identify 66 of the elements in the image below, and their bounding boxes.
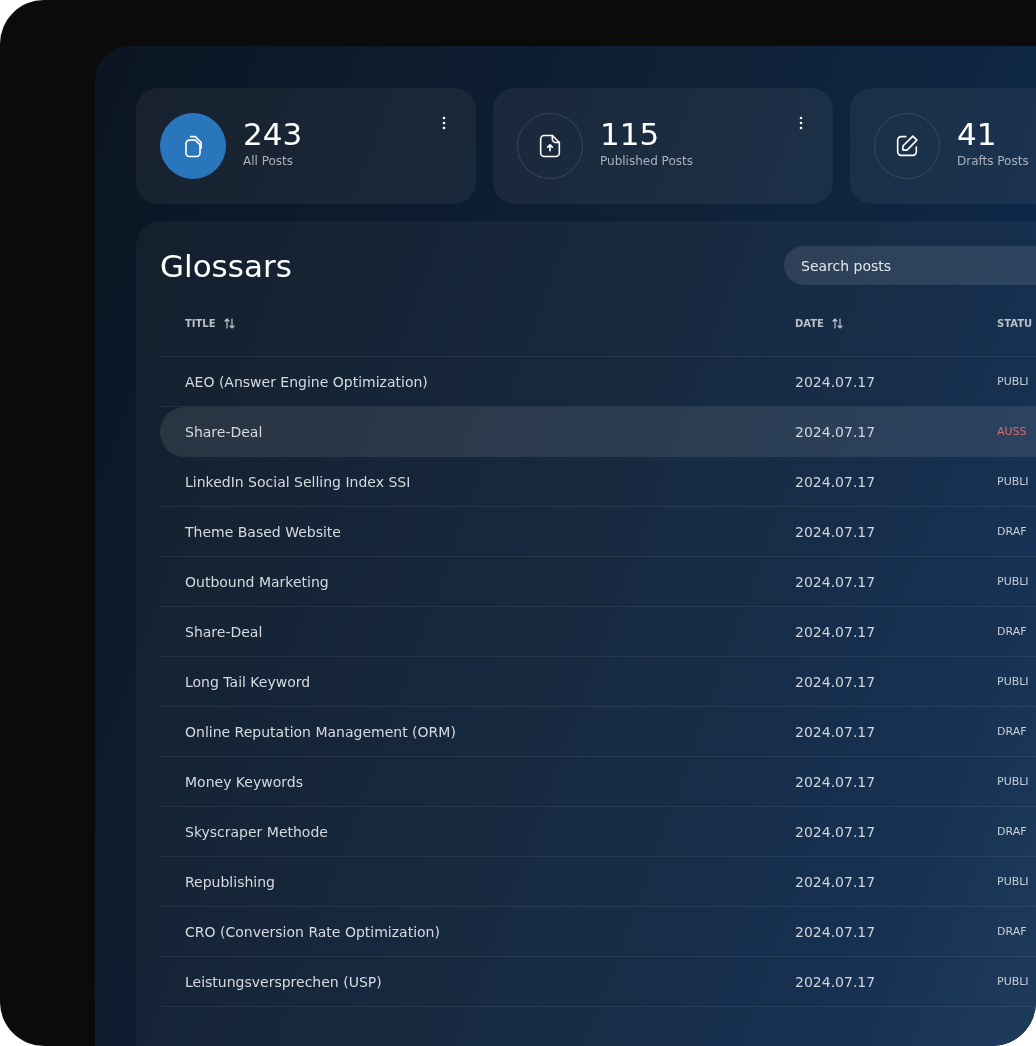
post-date: 2024.07.17 — [795, 373, 876, 390]
post-title[interactable]: LinkedIn Social Selling Index SSI — [185, 473, 411, 490]
post-title[interactable]: Skyscraper Methode — [185, 823, 328, 840]
post-title[interactable]: Share-Deal — [185, 623, 263, 640]
post-title[interactable]: Online Reputation Management (ORM) — [185, 723, 456, 740]
table-row[interactable]: Republishing 2024.07.17 PUBLI — [160, 857, 1036, 907]
table-row[interactable]: Outbound Marketing 2024.07.17 PUBLI — [160, 557, 1036, 607]
table-row[interactable]: Long Tail Keyword 2024.07.17 PUBLI — [160, 657, 1036, 707]
panel-title: Glossars — [160, 247, 292, 284]
post-title[interactable]: Long Tail Keyword — [185, 673, 311, 690]
more-menu-icon[interactable] — [442, 116, 446, 130]
post-status: DRAF — [997, 625, 1027, 638]
table-row[interactable]: Share-Deal 2024.07.17 DRAF — [160, 607, 1036, 657]
table-row[interactable]: CRO (Conversion Rate Optimization) 2024.07.17 DRAF — [160, 907, 1036, 957]
post-status: PUBLI — [997, 375, 1029, 388]
table-row[interactable]: LinkedIn Social Selling Index SSI 2024.07.17 PUBLI — [160, 457, 1036, 507]
table-row[interactable]: Money Keywords 2024.07.17 PUBLI — [160, 757, 1036, 807]
post-status: PUBLI — [997, 975, 1029, 988]
post-date: 2024.07.17 — [795, 473, 876, 490]
post-date: 2024.07.17 — [795, 673, 876, 690]
post-date: 2024.07.17 — [795, 823, 876, 840]
post-status: PUBLI — [997, 575, 1029, 588]
sort-icon[interactable] — [223, 318, 235, 329]
stat-label: Published Posts — [600, 154, 693, 168]
stat-value: 243 — [243, 116, 303, 152]
post-title[interactable]: AEO (Answer Engine Optimization) — [185, 373, 428, 390]
post-title[interactable]: Theme Based Website — [185, 523, 341, 540]
post-date: 2024.07.17 — [795, 723, 876, 740]
table-row[interactable]: Theme Based Website 2024.07.17 DRAF — [160, 507, 1036, 557]
post-date: 2024.07.17 — [795, 923, 876, 940]
post-title[interactable]: CRO (Conversion Rate Optimization) — [185, 923, 440, 940]
sort-icon[interactable] — [831, 318, 843, 329]
more-menu-icon[interactable] — [799, 116, 803, 130]
post-date: 2024.07.17 — [795, 873, 876, 890]
post-title[interactable]: Republishing — [185, 873, 275, 890]
post-date: 2024.07.17 — [795, 773, 876, 790]
column-header[interactable]: DATE — [795, 318, 824, 329]
post-title[interactable]: Share-Deal — [185, 423, 263, 440]
post-status: DRAF — [997, 925, 1027, 938]
table-row[interactable]: AEO (Answer Engine Optimization) 2024.07.17 PUBLI — [160, 357, 1036, 407]
table-row[interactable]: Skyscraper Methode 2024.07.17 DRAF — [160, 807, 1036, 857]
table-row[interactable]: Leistungsversprechen (USP) 2024.07.17 PUBLI — [160, 957, 1036, 1007]
stat-label: All Posts — [243, 154, 295, 168]
post-title[interactable]: Outbound Marketing — [185, 573, 329, 590]
stat-label: Drafts Posts — [957, 154, 1029, 168]
column-header[interactable]: TITLE — [185, 318, 216, 329]
selected-row[interactable]: Share-Deal 2024.07.17 AUSS — [160, 407, 1036, 457]
post-status: PUBLI — [997, 775, 1029, 788]
column-header: STATU — [997, 318, 1033, 329]
post-status: PUBLI — [997, 875, 1029, 888]
stat-value: 41 — [957, 116, 998, 152]
post-date: 2024.07.17 — [795, 973, 876, 990]
post-title[interactable]: Money Keywords — [185, 773, 303, 790]
table-row[interactable]: Online Reputation Management (ORM) 2024.07.17 DRAF — [160, 707, 1036, 757]
post-date: 2024.07.17 — [795, 423, 876, 440]
stat-value: 115 — [600, 116, 661, 152]
post-status: PUBLI — [997, 675, 1029, 688]
post-status: PUBLI — [997, 475, 1029, 488]
post-status: DRAF — [997, 825, 1027, 838]
post-status: AUSS — [997, 425, 1027, 438]
post-date: 2024.07.17 — [795, 523, 876, 540]
post-date: 2024.07.17 — [795, 623, 876, 640]
post-status: DRAF — [997, 725, 1027, 738]
post-date: 2024.07.17 — [795, 573, 876, 590]
post-status: DRAF — [997, 525, 1027, 538]
post-title[interactable]: Leistungsversprechen (USP) — [185, 973, 382, 990]
